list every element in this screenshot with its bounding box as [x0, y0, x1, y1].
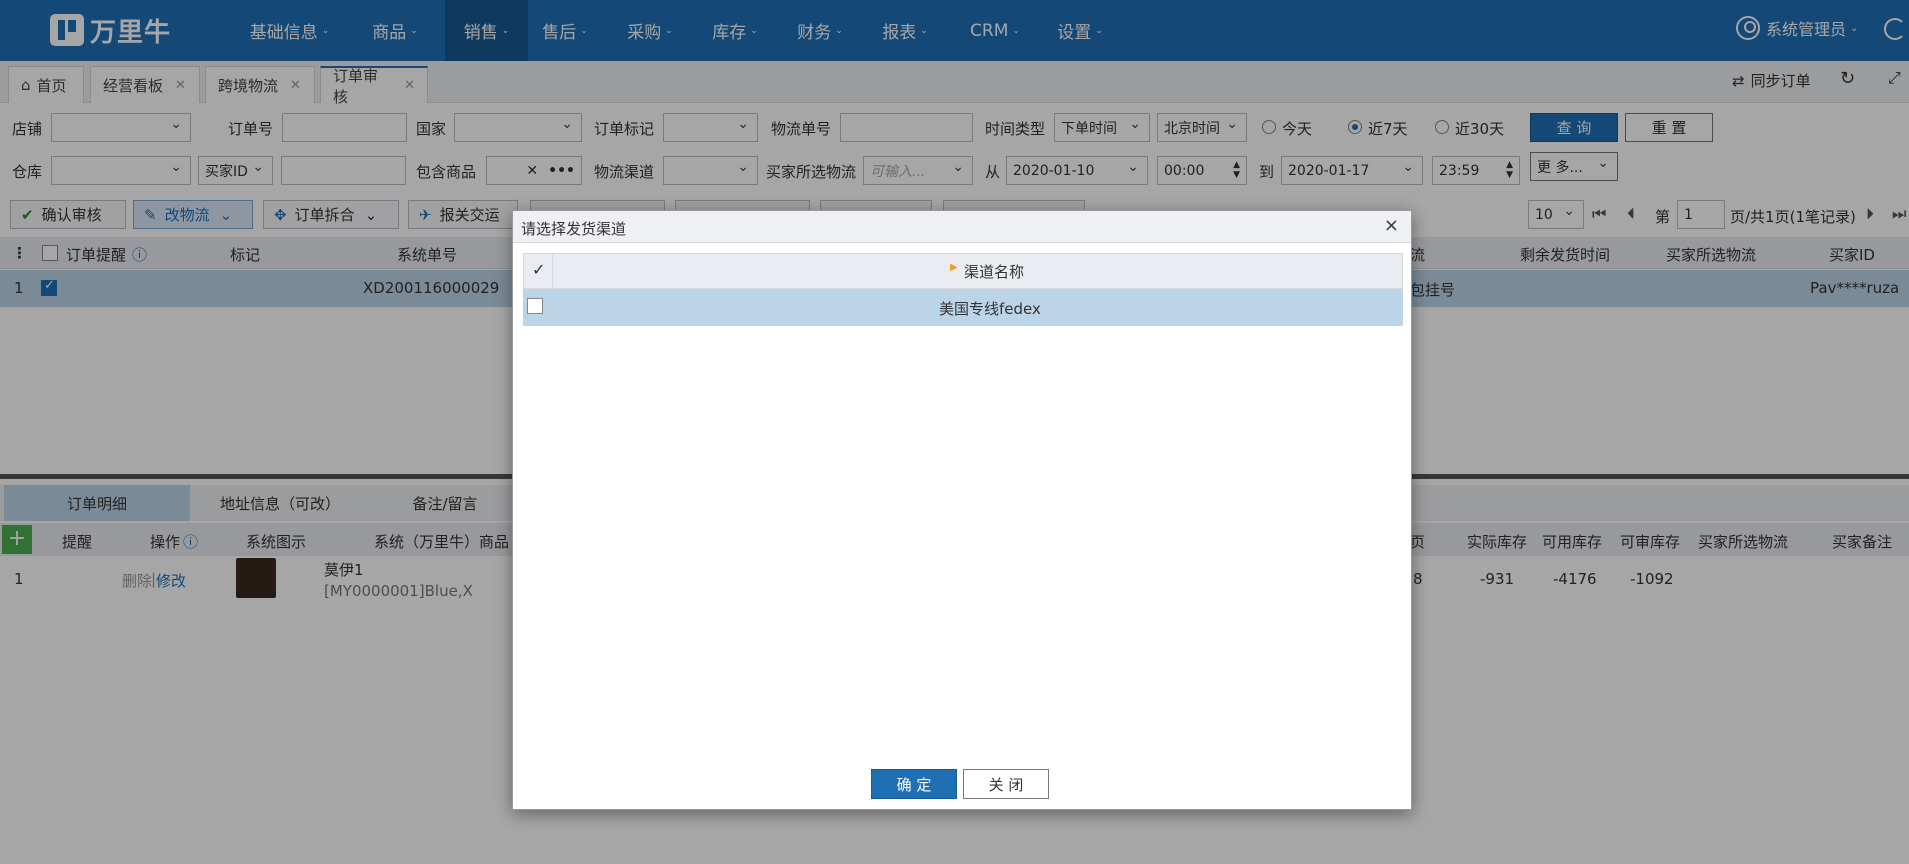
sort-icon: ▶ [950, 262, 958, 273]
channel-name: 美国专线fedex [939, 300, 1041, 318]
dialog-title: 请选择发货渠道 [521, 220, 627, 238]
close-icon[interactable]: × [1384, 215, 1399, 236]
dialog-grid-header: ✓ ▶ 渠道名称 [523, 253, 1403, 289]
header-check-icon[interactable]: ✓ [532, 260, 545, 279]
close-button[interactable]: 关 闭 [963, 769, 1049, 799]
confirm-button[interactable]: 确 定 [871, 769, 957, 799]
channel-row-checkbox[interactable] [527, 298, 543, 314]
col-channel-name[interactable]: 渠道名称 [964, 261, 1024, 282]
dialog-titlebar: 请选择发货渠道 × [513, 211, 1411, 243]
channel-row[interactable]: 美国专线fedex [523, 289, 1403, 326]
column-divider [552, 254, 553, 288]
select-channel-dialog: 请选择发货渠道 × ✓ ▶ 渠道名称 美国专线fedex 确 定 关 闭 [512, 210, 1412, 810]
